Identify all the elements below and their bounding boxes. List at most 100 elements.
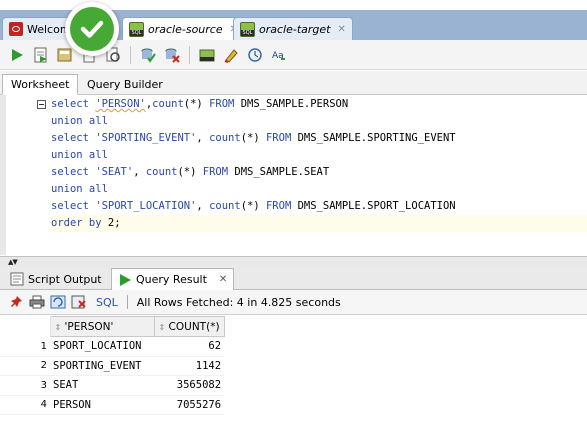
toolbar-separator: [189, 45, 190, 64]
check-badge: [65, 2, 119, 56]
code-line[interactable]: select 'SPORT_LOCATION', count(*) FROM D…: [51, 198, 587, 215]
tab-label: oracle-target: [259, 22, 331, 36]
sql-worksheet-icon: [129, 21, 144, 37]
table-cell[interactable]: 3565082: [154, 375, 225, 396]
toolbar-separator: [126, 295, 128, 309]
code-token: count: [152, 98, 184, 110]
output-tabs: Script Output ✕ Query Result ✕: [0, 266, 587, 290]
sql-worksheet-icon: [240, 21, 255, 37]
check-icon: [70, 7, 114, 51]
code-token: select: [51, 166, 96, 178]
pin-icon[interactable]: [10, 295, 24, 309]
tab-query-result[interactable]: Query Result ✕: [111, 268, 235, 290]
row-number: 2: [0, 356, 50, 376]
table-row[interactable]: 1 SPORT_LOCATION 62: [0, 336, 225, 357]
code-token: DMS_SAMPLE.SPORT_LOCATION: [297, 200, 456, 212]
tab-worksheet[interactable]: Worksheet: [2, 74, 79, 95]
close-icon[interactable]: ✕: [219, 274, 227, 285]
code-token: 'SEAT': [95, 166, 134, 178]
code-line[interactable]: select 'PERSON',count(*) FROM DMS_SAMPLE…: [51, 96, 587, 113]
sort-icon: ⇕: [54, 322, 62, 332]
result-table: ⇕ 'PERSON' ⇕ COUNT(*) 1 SPORT_LOCATION 6…: [0, 316, 225, 415]
code-token: count: [145, 166, 178, 178]
code-token: (*): [177, 166, 203, 178]
refresh-icon[interactable]: [50, 295, 66, 309]
close-icon[interactable]: ✕: [337, 24, 345, 35]
column-header[interactable]: ⇕ 'PERSON': [49, 316, 155, 337]
code-token: (*): [240, 200, 266, 212]
sql-editor[interactable]: select 'PERSON',count(*) FROM DMS_SAMPLE…: [0, 95, 587, 255]
tab-label: Script Output: [28, 272, 102, 286]
cancel-fetch-icon[interactable]: [71, 295, 87, 309]
code-token: 'SPORTING_EVENT': [95, 132, 197, 144]
fetch-status: All Rows Fetched: 4 in 4.825 seconds: [136, 295, 341, 309]
code-token: (*): [240, 132, 266, 144]
header-row: ⇕ 'PERSON' ⇕ COUNT(*): [0, 316, 225, 337]
row-number-header: [0, 316, 51, 337]
code-token: union all: [51, 183, 108, 195]
code-token: count: [209, 200, 241, 212]
code-token: order by: [51, 217, 108, 229]
table-cell[interactable]: PERSON: [50, 395, 154, 415]
run-icon: [120, 273, 131, 286]
fold-collapse-icon[interactable]: [37, 100, 46, 109]
tab-script-output[interactable]: Script Output ✕: [4, 268, 128, 290]
panel-splitter[interactable]: ▲▼: [0, 256, 587, 266]
row-number: 3: [0, 375, 50, 396]
table-cell[interactable]: SPORT_LOCATION: [50, 336, 154, 357]
code-line[interactable]: union all: [51, 181, 587, 198]
code-line[interactable]: union all: [51, 113, 587, 130]
history-icon[interactable]: [244, 44, 266, 66]
commit-icon[interactable]: [137, 44, 159, 66]
code-line[interactable]: select 'SPORTING_EVENT', count(*) FROM D…: [51, 130, 587, 147]
code-line[interactable]: order by 2;: [51, 215, 587, 232]
sql-code[interactable]: select 'PERSON',count(*) FROM DMS_SAMPLE…: [51, 96, 587, 232]
sort-icon: ⇕: [158, 322, 166, 332]
code-token: (*): [183, 98, 210, 110]
format-icon[interactable]: Aa: [268, 44, 290, 66]
code-token: ,: [196, 132, 210, 144]
table-row[interactable]: 4 PERSON 7055276: [0, 395, 225, 415]
table-cell[interactable]: SEAT: [50, 375, 154, 396]
tab-query-builder[interactable]: Query Builder: [79, 74, 171, 95]
code-token: FROM: [265, 200, 298, 212]
table-cell[interactable]: 7055276: [154, 395, 225, 415]
code-token: DMS_SAMPLE.SPORTING_EVENT: [297, 132, 456, 144]
run-statement-icon[interactable]: [6, 44, 28, 66]
tab-label: oracle-source: [148, 22, 223, 36]
print-icon[interactable]: [29, 295, 45, 309]
column-header[interactable]: ⇕ COUNT(*): [153, 316, 225, 337]
code-token: union all: [51, 149, 108, 161]
tab-label: Query Result: [136, 273, 207, 286]
rollback-icon[interactable]: [161, 44, 183, 66]
table-row[interactable]: 2 SPORTING_EVENT 1142: [0, 356, 225, 376]
worksheet-tabs: Worksheet Query Builder: [0, 71, 587, 95]
code-token: 'SPORT_LOCATION': [95, 200, 197, 212]
row-number: 1: [0, 336, 50, 357]
code-token: ,: [196, 200, 210, 212]
tab-oracle-target[interactable]: oracle-target ✕: [233, 17, 353, 40]
unshared-sql-icon[interactable]: [196, 44, 218, 66]
code-token: select: [51, 132, 96, 144]
result-toolbar: SQL All Rows Fetched: 4 in 4.825 seconds: [0, 290, 587, 315]
code-token: ,: [133, 166, 146, 178]
table-cell[interactable]: 62: [154, 336, 225, 357]
code-token: 'PERSON': [95, 98, 146, 110]
table-cell[interactable]: 1142: [154, 356, 225, 376]
run-script-icon[interactable]: [30, 44, 52, 66]
table-cell[interactable]: SPORTING_EVENT: [50, 356, 154, 376]
column-header-label: 'PERSON': [64, 320, 114, 333]
sql-button[interactable]: SQL: [96, 296, 118, 309]
tab-oracle-source[interactable]: oracle-source ✕: [122, 17, 245, 40]
code-line[interactable]: select 'SEAT', count(*) FROM DMS_SAMPLE.…: [51, 164, 587, 181]
result-grid[interactable]: ⇕ 'PERSON' ⇕ COUNT(*) 1 SPORT_LOCATION 6…: [0, 316, 587, 429]
code-token: DMS_SAMPLE.SEAT: [234, 166, 330, 178]
table-row[interactable]: 3 SEAT 3565082: [0, 375, 225, 396]
splitter-arrows-icon[interactable]: ▲▼: [8, 259, 18, 266]
code-token: select: [51, 98, 96, 110]
code-line[interactable]: union all: [51, 147, 587, 164]
code-token: DMS_SAMPLE.PERSON: [240, 98, 349, 110]
code-token: union all: [51, 115, 108, 127]
clear-icon[interactable]: [220, 44, 242, 66]
code-token: 2;: [107, 217, 121, 229]
